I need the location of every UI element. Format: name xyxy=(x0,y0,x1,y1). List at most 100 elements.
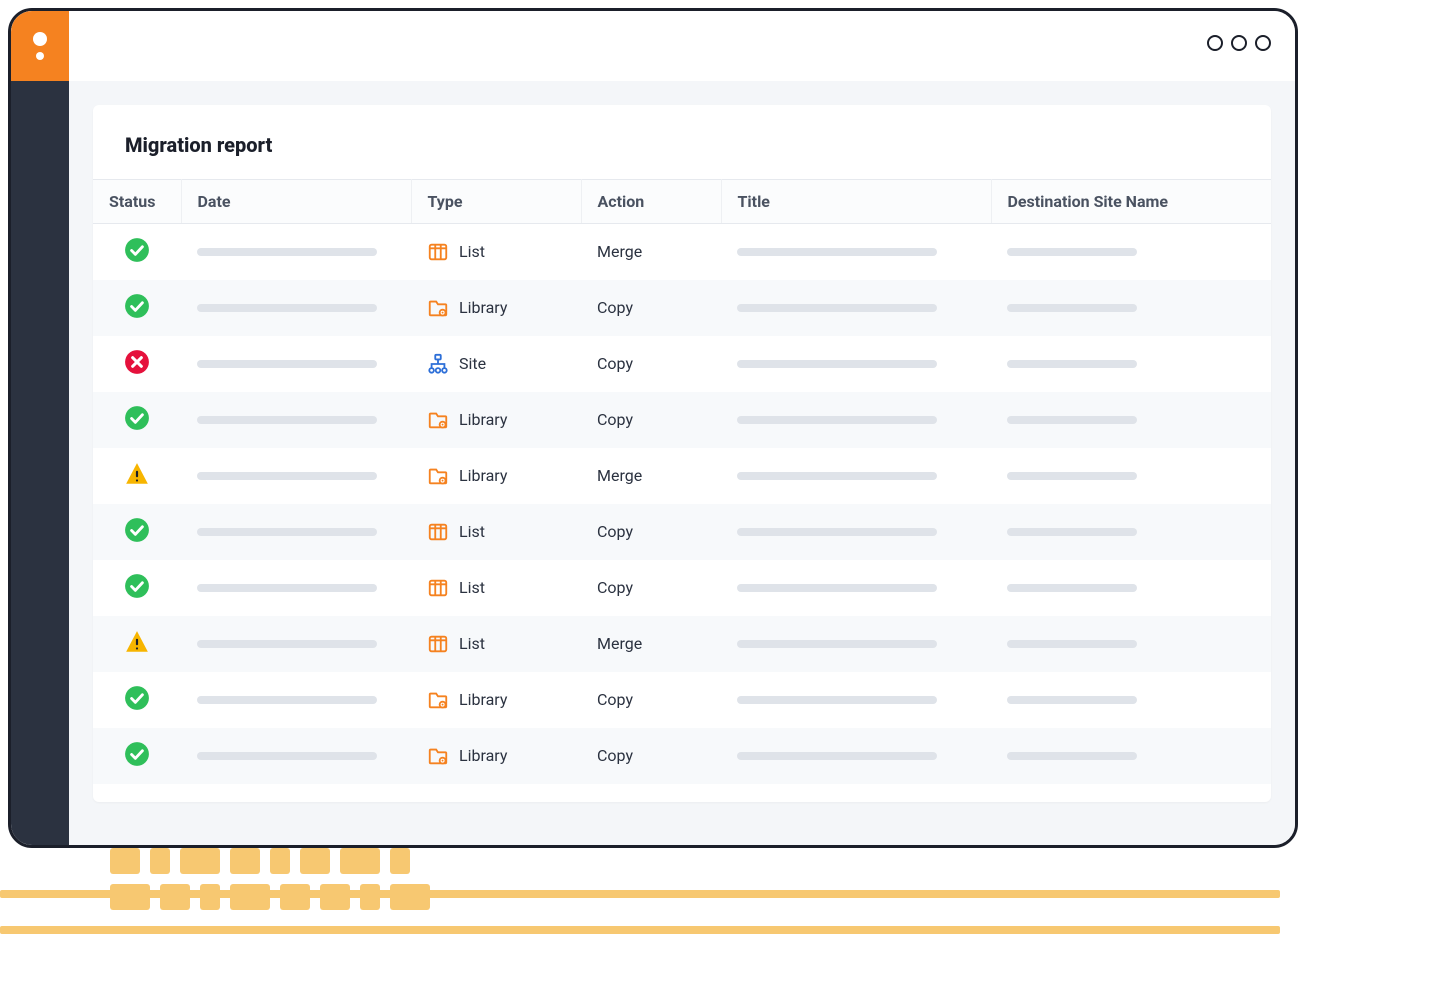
report-card: Migration report Status Date Type Action… xyxy=(93,105,1271,802)
title-placeholder xyxy=(737,360,937,368)
destination-placeholder xyxy=(1007,640,1137,648)
library-icon xyxy=(427,409,449,431)
action-label: Copy xyxy=(597,410,633,429)
date-placeholder xyxy=(197,528,377,536)
action-label: Copy xyxy=(597,522,633,541)
title-placeholder xyxy=(737,584,937,592)
success-status-icon xyxy=(123,292,151,320)
destination-placeholder xyxy=(1007,416,1137,424)
warning-status-icon xyxy=(123,628,151,656)
destination-placeholder xyxy=(1007,752,1137,760)
table-row[interactable]: List Merge xyxy=(93,224,1271,280)
success-status-icon xyxy=(123,684,151,712)
title-placeholder xyxy=(737,472,937,480)
type-label: Library xyxy=(459,410,507,429)
date-placeholder xyxy=(197,696,377,704)
library-icon xyxy=(427,465,449,487)
success-status-icon xyxy=(123,516,151,544)
table-row[interactable]: Library Copy xyxy=(93,728,1271,784)
title-placeholder xyxy=(737,696,937,704)
library-icon xyxy=(427,745,449,767)
type-label: List xyxy=(459,634,485,653)
col-header-title[interactable]: Title xyxy=(721,180,991,224)
list-icon xyxy=(427,521,449,543)
list-icon xyxy=(427,577,449,599)
col-header-destination[interactable]: Destination Site Name xyxy=(991,180,1271,224)
table-row[interactable]: List Copy xyxy=(93,560,1271,616)
error-status-icon xyxy=(123,348,151,376)
badge-dot-large xyxy=(33,32,47,46)
date-placeholder xyxy=(197,360,377,368)
action-label: Copy xyxy=(597,298,633,317)
table-row[interactable]: Library Merge xyxy=(93,448,1271,504)
title-placeholder xyxy=(737,304,937,312)
body-area: Migration report Status Date Type Action… xyxy=(11,81,1295,845)
sidebar xyxy=(11,81,69,845)
badge-dot-small xyxy=(36,52,44,60)
date-placeholder xyxy=(197,304,377,312)
warning-status-icon xyxy=(123,460,151,488)
type-label: Library xyxy=(459,746,507,765)
table-row[interactable]: Library Copy xyxy=(93,672,1271,728)
action-label: Copy xyxy=(597,746,633,765)
title-placeholder xyxy=(737,752,937,760)
titlebar xyxy=(11,11,1295,81)
library-icon xyxy=(427,297,449,319)
col-header-status[interactable]: Status xyxy=(93,180,181,224)
date-placeholder xyxy=(197,640,377,648)
date-placeholder xyxy=(197,416,377,424)
title-placeholder xyxy=(737,248,937,256)
table-row[interactable]: List Copy xyxy=(93,504,1271,560)
type-label: Site xyxy=(459,354,486,373)
date-placeholder xyxy=(197,752,377,760)
destination-placeholder xyxy=(1007,248,1137,256)
site-icon xyxy=(427,353,449,375)
app-badge xyxy=(11,11,69,81)
action-label: Copy xyxy=(597,690,633,709)
destination-placeholder xyxy=(1007,528,1137,536)
col-header-date[interactable]: Date xyxy=(181,180,411,224)
destination-placeholder xyxy=(1007,696,1137,704)
list-icon xyxy=(427,633,449,655)
window-control-3[interactable] xyxy=(1255,35,1271,51)
table-row[interactable]: Site Copy xyxy=(93,336,1271,392)
type-label: List xyxy=(459,242,485,261)
content-area: Migration report Status Date Type Action… xyxy=(69,81,1295,845)
action-label: Copy xyxy=(597,578,633,597)
success-status-icon xyxy=(123,572,151,600)
success-status-icon xyxy=(123,236,151,264)
success-status-icon xyxy=(123,740,151,768)
action-label: Copy xyxy=(597,354,633,373)
date-placeholder xyxy=(197,472,377,480)
window-control-2[interactable] xyxy=(1231,35,1247,51)
table-row[interactable]: Library Copy xyxy=(93,280,1271,336)
col-header-type[interactable]: Type xyxy=(411,180,581,224)
success-status-icon xyxy=(123,404,151,432)
title-placeholder xyxy=(737,416,937,424)
action-label: Merge xyxy=(597,634,642,653)
type-label: Library xyxy=(459,466,507,485)
type-label: Library xyxy=(459,298,507,317)
date-placeholder xyxy=(197,584,377,592)
type-label: List xyxy=(459,578,485,597)
action-label: Merge xyxy=(597,242,642,261)
title-placeholder xyxy=(737,640,937,648)
table-row[interactable]: Library Copy xyxy=(93,392,1271,448)
window-control-1[interactable] xyxy=(1207,35,1223,51)
destination-placeholder xyxy=(1007,584,1137,592)
app-window: Migration report Status Date Type Action… xyxy=(8,8,1298,848)
destination-placeholder xyxy=(1007,304,1137,312)
type-label: Library xyxy=(459,690,507,709)
action-label: Merge xyxy=(597,466,642,485)
title-placeholder xyxy=(737,528,937,536)
type-label: List xyxy=(459,522,485,541)
list-icon xyxy=(427,241,449,263)
decorative-bars xyxy=(0,878,1290,934)
migration-report-table: Status Date Type Action Title Destinatio… xyxy=(93,179,1271,784)
table-header-row: Status Date Type Action Title Destinatio… xyxy=(93,180,1271,224)
destination-placeholder xyxy=(1007,472,1137,480)
library-icon xyxy=(427,689,449,711)
destination-placeholder xyxy=(1007,360,1137,368)
table-row[interactable]: List Merge xyxy=(93,616,1271,672)
col-header-action[interactable]: Action xyxy=(581,180,721,224)
